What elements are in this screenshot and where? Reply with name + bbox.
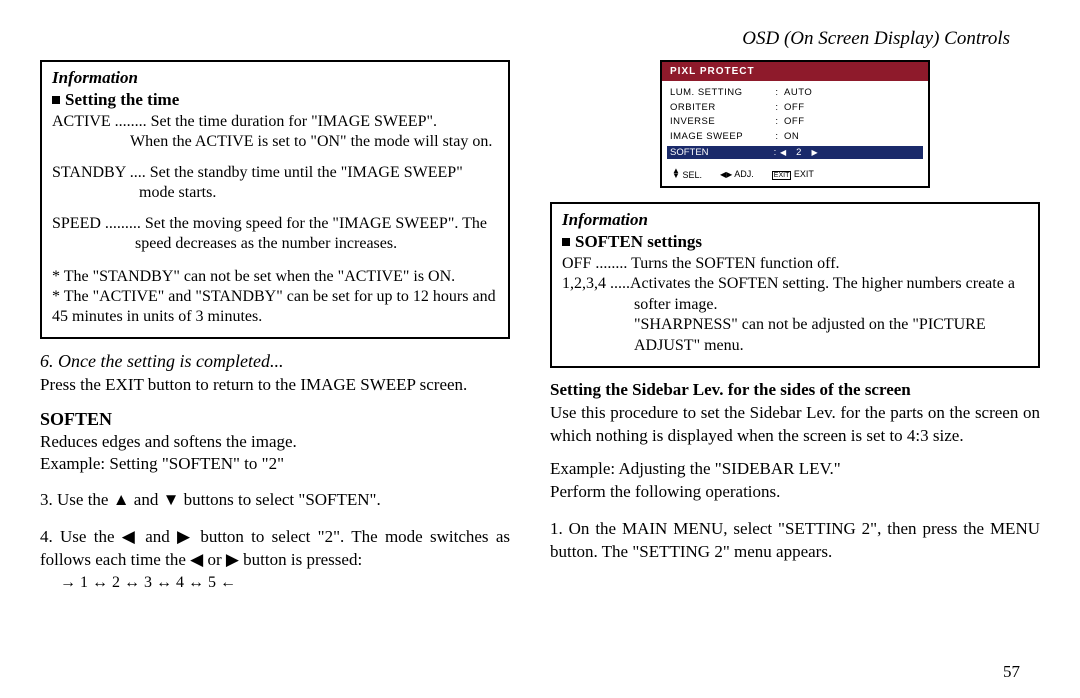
osd-label: ORBITER bbox=[670, 101, 770, 116]
subheading-text: SOFTEN settings bbox=[575, 232, 702, 251]
sharpness-note: "SHARPNESS" can not be adjusted on the "… bbox=[562, 315, 1028, 356]
triangle-right-icon: ▶ bbox=[811, 148, 817, 157]
right-column: PIXL PROTECT LUM. SETTING : AUTO ORBITER… bbox=[550, 60, 1040, 592]
osd-colon: : bbox=[770, 130, 784, 145]
info-title: Information bbox=[562, 210, 1028, 230]
left-column: Information Setting the time ACTIVE ....… bbox=[40, 60, 510, 592]
soften-step4: 4. Use the ◀ and ▶ button to select "2".… bbox=[40, 526, 510, 572]
setting-the-time-title: Setting the time bbox=[52, 90, 498, 110]
osd-row-soften-highlighted: SOFTEN : ◀ 2 ▶ bbox=[667, 146, 923, 159]
step6-body: Press the EXIT button to return to the I… bbox=[40, 374, 510, 397]
osd-row-image-sweep: IMAGE SWEEP : ON bbox=[670, 130, 920, 145]
osd-value: OFF bbox=[784, 101, 805, 116]
standby-line1: STANDBY .... Set the standby time until … bbox=[52, 163, 498, 204]
soften-desc1: Reduces edges and softens the image. bbox=[40, 431, 510, 453]
page-header: OSD (On Screen Display) Controls bbox=[40, 28, 1040, 50]
exit-box-icon: EXIT bbox=[772, 171, 792, 180]
note2: * The "ACTIVE" and "STANDBY" can be set … bbox=[52, 287, 498, 327]
osd-row-orbiter: ORBITER : OFF bbox=[670, 101, 920, 116]
updown-arrow-icon: ▲▼ bbox=[672, 169, 680, 179]
osd-label: SOFTEN bbox=[670, 147, 770, 158]
page-number: 57 bbox=[1003, 662, 1020, 682]
osd-value: ON bbox=[784, 130, 799, 145]
info-box-soften-settings: Information SOFTEN settings OFF ........… bbox=[550, 202, 1040, 368]
osd-sel: ▲▼ SEL. bbox=[672, 169, 702, 180]
osd-value: OFF bbox=[784, 115, 805, 130]
osd-row-lum: LUM. SETTING : AUTO bbox=[670, 86, 920, 101]
sidebar-lev-body: Use this procedure to set the Sidebar Le… bbox=[550, 402, 1040, 448]
standby-def: STANDBY .... Set the standby time until … bbox=[52, 163, 498, 204]
sidebar-ex2: Perform the following operations. bbox=[550, 481, 1040, 504]
osd-value: AUTO bbox=[784, 86, 812, 101]
osd-colon: : bbox=[770, 115, 784, 130]
osd-exit: EXIT EXIT bbox=[772, 169, 814, 179]
speed-def: SPEED ......... Set the moving speed for… bbox=[52, 214, 498, 255]
triangle-left-icon: ◀ bbox=[780, 148, 786, 157]
soften-heading: SOFTEN bbox=[40, 409, 510, 430]
osd-title-bar: PIXL PROTECT bbox=[662, 62, 928, 81]
info-box-setting-time: Information Setting the time ACTIVE ....… bbox=[40, 60, 510, 339]
bullet-square-icon bbox=[562, 238, 570, 246]
osd-panel: PIXL PROTECT LUM. SETTING : AUTO ORBITER… bbox=[660, 60, 930, 188]
sidebar-lev-heading: Setting the Sidebar Lev. for the sides o… bbox=[550, 380, 1040, 400]
sidebar-step1: 1. On the MAIN MENU, select "SETTING 2",… bbox=[550, 518, 1040, 564]
osd-label: INVERSE bbox=[670, 115, 770, 130]
osd-colon: : bbox=[770, 147, 780, 158]
info-title: Information bbox=[52, 68, 498, 88]
soften-step3: 3. Use the ▲ and ▼ buttons to select "SO… bbox=[40, 489, 510, 512]
osd-adj: ◀▶ ADJ. bbox=[720, 169, 754, 179]
osd-exit-label: EXIT bbox=[794, 169, 814, 179]
speed-line1: SPEED ......... Set the moving speed for… bbox=[52, 214, 498, 255]
osd-colon: : bbox=[770, 101, 784, 116]
subheading-text: Setting the time bbox=[65, 90, 179, 109]
bullet-square-icon bbox=[52, 96, 60, 104]
osd-sel-label: SEL. bbox=[682, 170, 702, 180]
soften-sequence: → 1 ↔ 2 ↔ 3 ↔ 4 ↔ 5 ← bbox=[40, 574, 510, 592]
nums-def: 1,2,3,4 .....Activates the SOFTEN settin… bbox=[562, 274, 1028, 315]
note1: * The "STANDBY" can not be set when the … bbox=[52, 267, 498, 287]
osd-value-container: ◀ 2 ▶ bbox=[780, 147, 818, 158]
osd-row-inverse: INVERSE : OFF bbox=[670, 115, 920, 130]
osd-label: LUM. SETTING bbox=[670, 86, 770, 101]
soften-desc2: Example: Setting "SOFTEN" to "2" bbox=[40, 453, 510, 475]
active-line1: ACTIVE ........ Set the time duration fo… bbox=[52, 113, 437, 130]
osd-body: LUM. SETTING : AUTO ORBITER : OFF INVERS… bbox=[662, 81, 928, 164]
soften-settings-title: SOFTEN settings bbox=[562, 232, 1028, 252]
osd-adj-label: ADJ. bbox=[734, 169, 754, 179]
active-line2: When the ACTIVE is set to "ON" the mode … bbox=[52, 132, 498, 152]
off-def: OFF ........ Turns the SOFTEN function o… bbox=[562, 254, 1028, 274]
osd-soften-value: 2 bbox=[796, 147, 801, 158]
osd-footer: ▲▼ SEL. ◀▶ ADJ. EXIT EXIT bbox=[662, 164, 928, 186]
step6-title: 6. Once the setting is completed... bbox=[40, 351, 510, 372]
leftright-arrow-icon: ◀▶ bbox=[720, 170, 732, 179]
osd-colon: : bbox=[770, 86, 784, 101]
sidebar-ex1: Example: Adjusting the "SIDEBAR LEV." bbox=[550, 458, 1040, 481]
active-def: ACTIVE ........ Set the time duration fo… bbox=[52, 112, 498, 153]
osd-label: IMAGE SWEEP bbox=[670, 130, 770, 145]
